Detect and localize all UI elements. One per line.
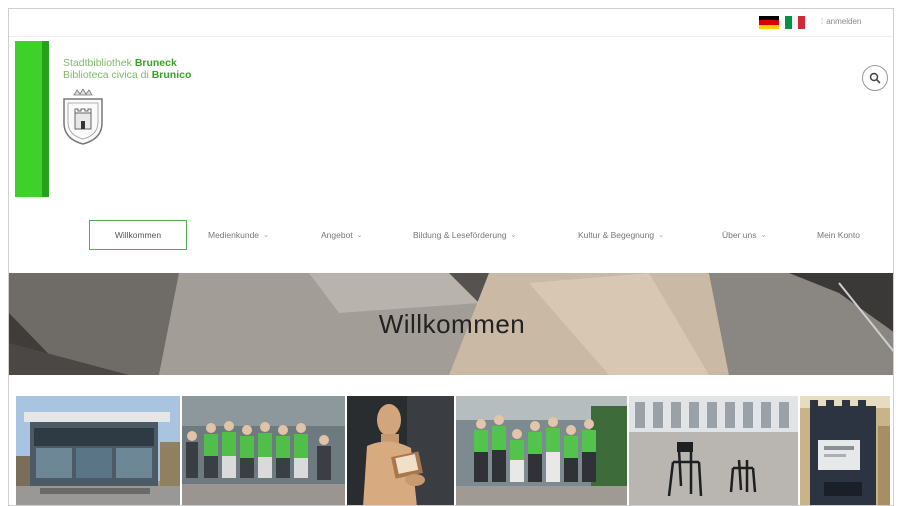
library-name-it: Biblioteca civica di Brunico [63, 69, 192, 81]
hero-title: Willkommen [378, 308, 526, 339]
search-icon [869, 72, 881, 84]
chevron-down-icon: ⌄ [760, 232, 767, 239]
nav-item-ueber-uns[interactable]: Über uns ⌄ [722, 220, 766, 250]
team-photo[interactable] [456, 396, 627, 506]
hero-banner: Willkommen [9, 273, 893, 375]
book-return-photo[interactable] [800, 396, 890, 506]
german-flag-icon[interactable] [759, 16, 779, 29]
italian-flag-icon[interactable] [785, 16, 806, 29]
nav-item-bildung[interactable]: Bildung & Leseförderung ⌄ [413, 220, 516, 250]
photo-gallery [16, 396, 890, 506]
chevron-down-icon: ⌄ [263, 232, 269, 239]
chevron-down-icon: ⌄ [658, 232, 664, 239]
nav-item-mein-konto[interactable]: Mein Konto [817, 220, 860, 250]
page-frame: ⁞ anmelden Stadtbibliothek Bruneck Biblio… [8, 8, 894, 506]
chevron-down-icon: ⌄ [356, 232, 363, 239]
group-green-shirts-photo[interactable] [182, 396, 345, 506]
top-bar: ⁞ anmelden [9, 9, 893, 37]
nav-item-medienkunde[interactable]: Medienkunde ⌄ [208, 220, 269, 250]
library-building-photo[interactable] [16, 396, 180, 506]
nav-item-kultur[interactable]: Kultur & Begegnung ⌄ [578, 220, 664, 250]
library-name[interactable]: Stadtbibliothek Bruneck Biblioteca civic… [63, 57, 191, 81]
login-link[interactable]: ⁞ anmelden [821, 17, 861, 26]
search-button[interactable] [862, 65, 888, 91]
user-icon: ⁞ [821, 17, 824, 26]
brand-color-bar [15, 41, 49, 197]
coat-of-arms-logo[interactable] [62, 89, 104, 145]
nav-item-angebot[interactable]: Angebot ⌄ [321, 220, 363, 250]
square-chairs-photo[interactable] [629, 396, 798, 506]
login-label: anmelden [826, 17, 862, 26]
library-name-de: Stadtbibliothek Bruneck [63, 57, 177, 69]
main-navigation: Willkommen Medienkunde ⌄ Angebot ⌄ Bildung… [9, 220, 893, 250]
chevron-down-icon: ⌄ [510, 232, 517, 239]
nav-item-willkommen[interactable]: Willkommen [89, 220, 187, 250]
reading-statue-photo[interactable] [347, 396, 454, 506]
